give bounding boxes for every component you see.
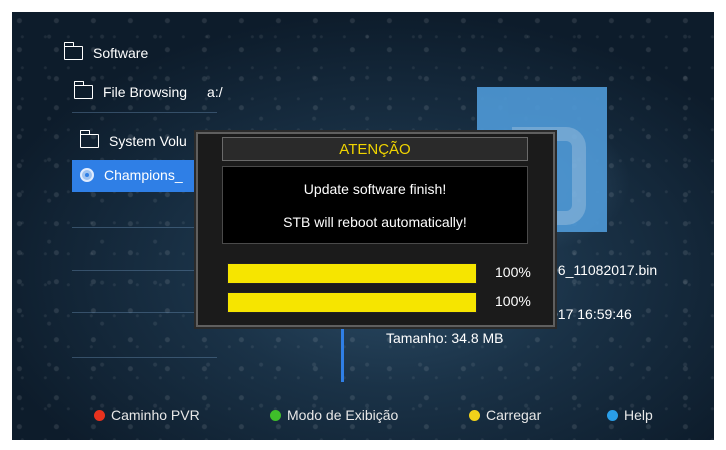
dialog-title: ATENÇÃO	[339, 140, 411, 158]
footer-item-pvr-path[interactable]: Caminho PVR	[94, 407, 200, 423]
dialog-message-line1: Update software finish!	[303, 181, 447, 197]
tv-screen: Software File Browsing a:/ System Volu C…	[12, 12, 714, 440]
file-size: Tamanho: 34.8 MB	[386, 330, 504, 346]
menu-item-file-browsing[interactable]: File Browsing a:/	[73, 81, 223, 100]
green-button-icon	[270, 409, 281, 421]
red-button-icon	[94, 409, 105, 421]
progress-bar-1	[227, 263, 477, 284]
attention-dialog: ATENÇÃO Update software finish! STB will…	[196, 132, 555, 327]
list-item-system-volume[interactable]: System Volu	[79, 130, 187, 149]
menu-item-software-label: Software	[93, 45, 149, 61]
progress-fill-1	[228, 264, 476, 283]
blue-button-icon	[607, 409, 618, 421]
footer-hint-bar: Caminho PVR Modo de Exibição Carregar He…	[12, 407, 714, 431]
progress-fill-2	[228, 293, 476, 312]
dialog-message-box: Update software finish! STB will reboot …	[222, 166, 528, 244]
divider	[72, 357, 217, 358]
footer-label-load: Carregar	[486, 407, 542, 423]
file-icon	[80, 168, 94, 182]
folder-icon	[73, 81, 93, 99]
file-name: 06_11082017.bin	[550, 262, 658, 278]
dialog-message-line2: STB will reboot automatically!	[283, 214, 467, 230]
footer-item-help[interactable]: Help	[607, 407, 653, 423]
folder-icon	[63, 42, 83, 60]
yellow-button-icon	[469, 409, 480, 421]
footer-item-display-mode[interactable]: Modo de Exibição	[270, 407, 398, 423]
list-item-champions-label: Champions_	[104, 167, 183, 183]
menu-item-software[interactable]: Software	[63, 42, 149, 61]
dialog-title-bar: ATENÇÃO	[222, 137, 528, 161]
list-item-champions[interactable]: Champions_	[80, 167, 183, 183]
footer-item-load[interactable]: Carregar	[469, 407, 541, 423]
progress-percent-2: 100%	[495, 293, 531, 309]
list-item-system-volume-label: System Volu	[109, 133, 187, 149]
footer-label-pvr-path: Caminho PVR	[111, 407, 200, 423]
progress-percent-1: 100%	[495, 264, 531, 280]
footer-label-display-mode: Modo de Exibição	[287, 407, 399, 423]
folder-icon	[79, 130, 99, 148]
progress-bar-2	[227, 292, 477, 313]
footer-label-help: Help	[624, 407, 653, 423]
file-date: 017 16:59:46	[550, 306, 632, 322]
current-path: a:/	[207, 84, 223, 100]
menu-item-file-browsing-label: File Browsing	[103, 84, 188, 100]
divider	[72, 112, 217, 113]
